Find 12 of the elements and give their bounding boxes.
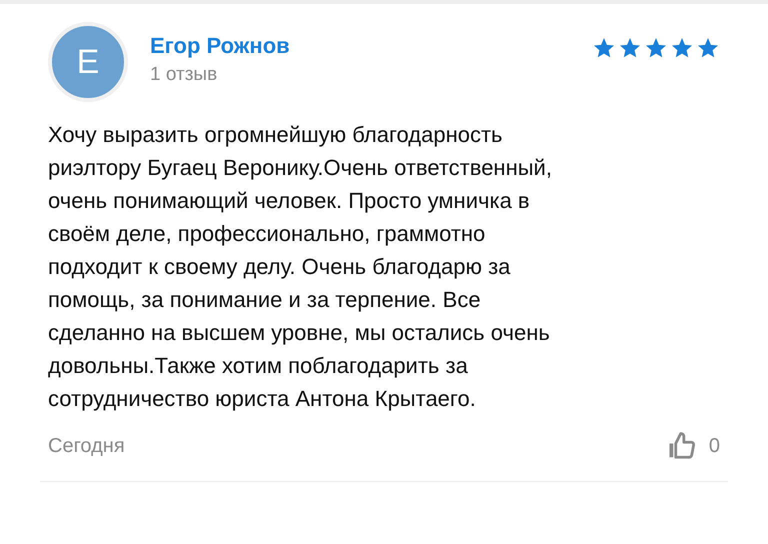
- like-button[interactable]: 0: [666, 431, 720, 461]
- review-date: Сегодня: [48, 434, 125, 459]
- review-text: Хочу выразить огромнейшую благодарность риэлтору Бугаец Веронику.Очень ответственный, очень понимающий человек. Просто умничка в своём деле, профессионально, граммотно подходит к своему делу. Очень благодарю за помощь, за понимание и за терпение. Все сделанно на высшем уровне, мы остались очень довольны.Также хотим поблагодарить за сотрудничество юриста Антона Крытаего.: [48, 121, 553, 413]
- star-icon: [592, 36, 616, 60]
- review-count: 1 отзыв: [150, 63, 218, 87]
- star-icon: [618, 36, 642, 60]
- author-name[interactable]: Егор Рожнов: [150, 32, 290, 60]
- star-icon: [644, 36, 668, 60]
- star-icon: [696, 36, 720, 60]
- star-icon: [670, 36, 694, 60]
- avatar: E: [48, 22, 128, 102]
- thumbs-up-icon: [666, 431, 697, 461]
